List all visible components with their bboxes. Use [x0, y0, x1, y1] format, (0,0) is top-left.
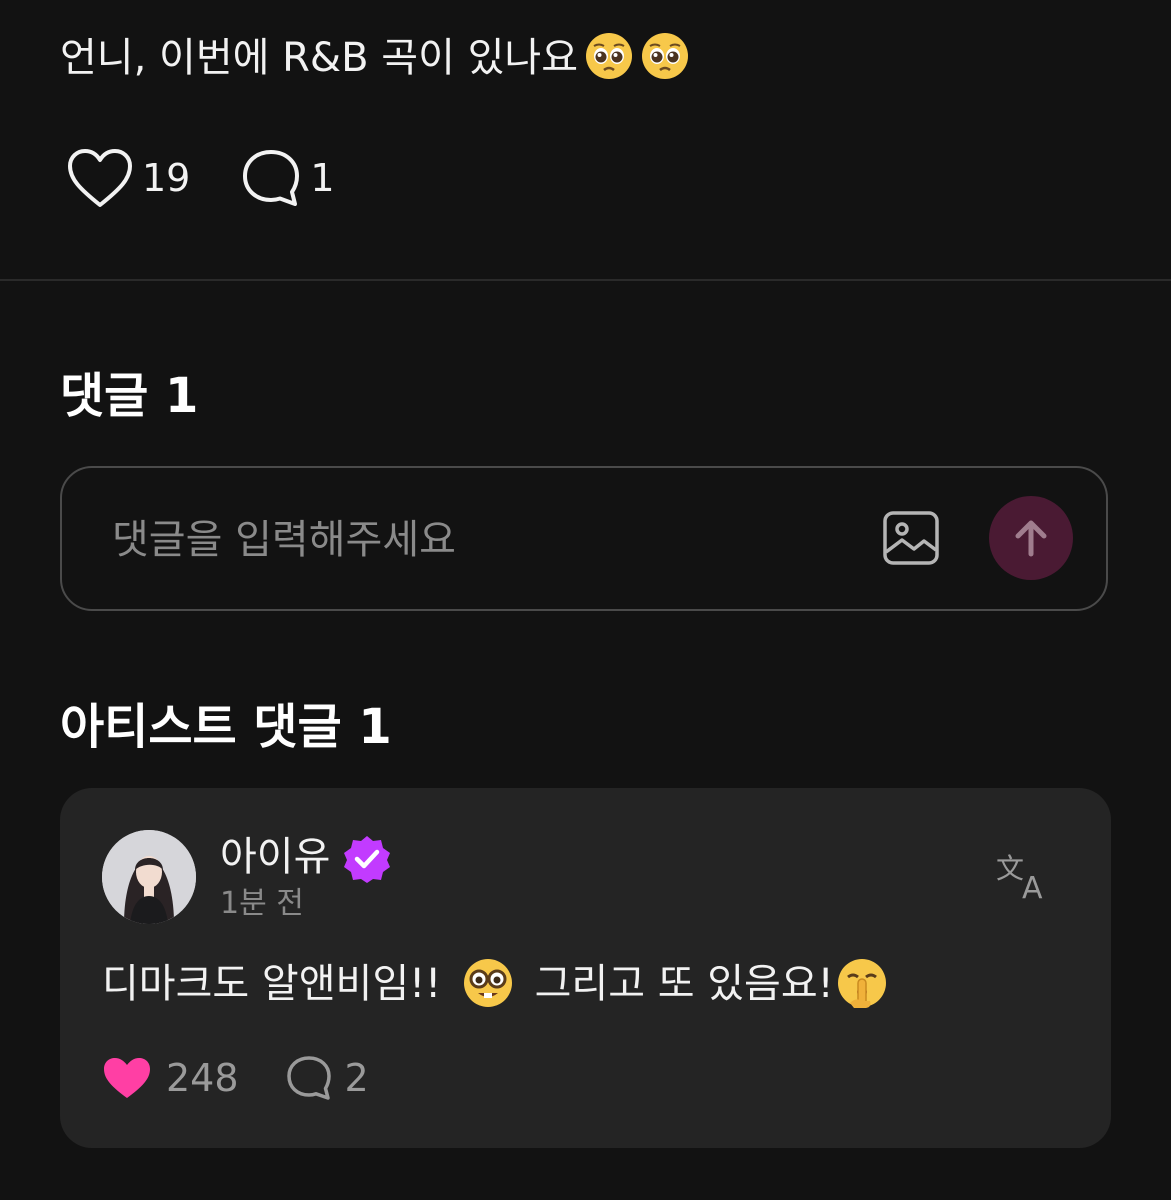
svg-text:文: 文: [996, 852, 1024, 885]
speech-bubble-icon: [286, 1056, 331, 1100]
translate-icon[interactable]: 文 A: [996, 850, 1052, 902]
comments-title: 댓글 1: [60, 368, 199, 424]
artist-comment-card: 아이유 1분 전 文 A 디마크도 알앤비임!! 그리고 또 있음요! 248 …: [60, 788, 1111, 1148]
comment-text-part2: 그리고 또 있음요!: [534, 961, 834, 1007]
pleading-face-emoji-icon: [586, 33, 632, 79]
heart-filled-icon: [104, 1058, 150, 1098]
artist-like-count: 248: [166, 1056, 239, 1100]
speech-bubble-icon: [243, 150, 300, 206]
post-comment-button[interactable]: 1: [240, 147, 335, 209]
post-body: 언니, 이번에 R&B 곡이 있나요: [60, 35, 578, 81]
author-name[interactable]: 아이유: [220, 832, 330, 882]
artist-comments-title: 아티스트 댓글 1: [60, 699, 392, 755]
arrow-up-icon: [1015, 520, 1047, 557]
comment-composer: [60, 466, 1108, 611]
pleading-face-emoji-icon: [642, 33, 688, 79]
comment-input[interactable]: [110, 504, 854, 576]
image-attach-icon[interactable]: [882, 510, 940, 566]
artist-reply-count: 2: [344, 1056, 369, 1100]
shushing-face-emoji-icon: [837, 959, 886, 1008]
verified-badge-icon: [344, 836, 390, 883]
artist-comment-text: 디마크도 알앤비임!! 그리고 또 있음요!: [102, 954, 888, 1014]
comment-text-part1: 디마크도 알앤비임!!: [102, 961, 442, 1007]
artist-reply-button[interactable]: 2: [285, 1054, 369, 1102]
post-like-button[interactable]: 19: [66, 147, 190, 209]
send-button[interactable]: [989, 496, 1073, 580]
nerd-face-emoji-icon: [463, 959, 512, 1007]
avatar[interactable]: [102, 830, 196, 924]
heart-icon: [68, 149, 132, 207]
comment-timestamp: 1분 전: [220, 886, 304, 921]
post-actions: 19 1: [66, 145, 335, 211]
post-text: 언니, 이번에 R&B 곡이 있나요: [60, 28, 690, 88]
artist-like-button[interactable]: 248: [102, 1056, 239, 1100]
artist-comment-actions: 248 2: [102, 1050, 369, 1106]
section-divider: [0, 279, 1171, 281]
post-comment-count: 1: [310, 156, 335, 200]
avatar-photo: [102, 830, 196, 924]
post-like-count: 19: [142, 156, 191, 200]
svg-text:A: A: [1022, 871, 1043, 902]
